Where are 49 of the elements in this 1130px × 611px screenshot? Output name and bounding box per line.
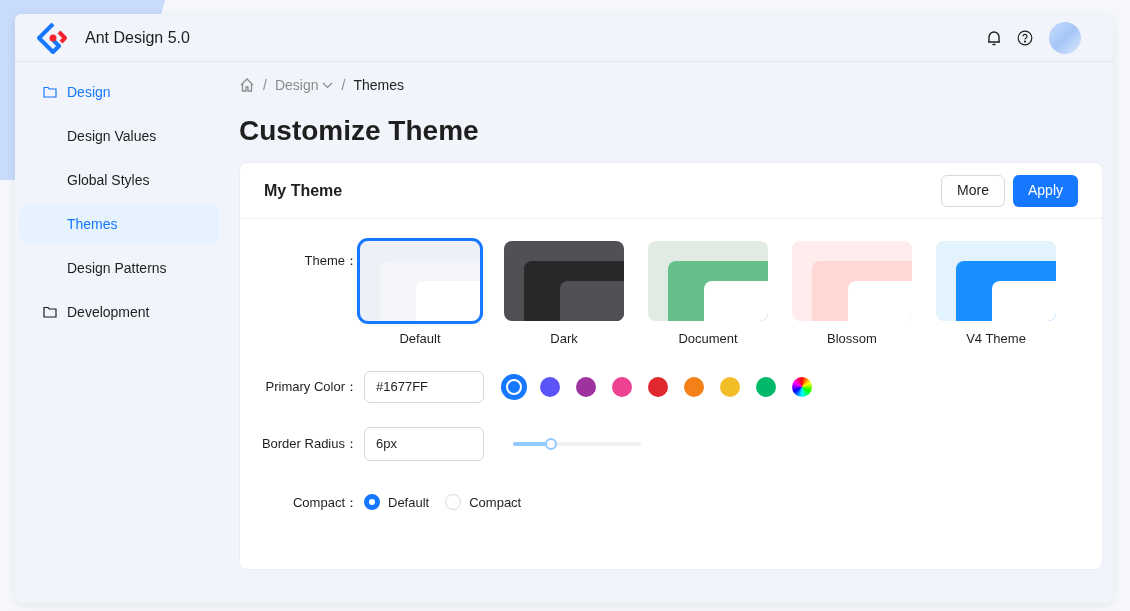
help-icon[interactable]: [1017, 29, 1033, 46]
color-swatch[interactable]: [720, 376, 740, 397]
field-label: Compact：: [291, 493, 359, 512]
color-swatch[interactable]: [540, 376, 560, 397]
color-swatch[interactable]: [576, 376, 596, 397]
breadcrumb-separator: /: [341, 75, 346, 95]
chevron-down-icon: [322, 81, 334, 89]
more-button[interactable]: More: [941, 174, 1005, 207]
field-label: Primary Color：: [264, 377, 359, 396]
sidebar-item[interactable]: Themes: [19, 204, 219, 244]
theme-name: Blossom: [827, 330, 877, 348]
color-swatch[interactable]: [612, 376, 632, 397]
apply-button[interactable]: Apply: [1012, 174, 1078, 207]
bell-icon[interactable]: [987, 29, 1001, 46]
slider-handle[interactable]: [545, 437, 558, 450]
radio-option[interactable]: Default: [364, 492, 430, 512]
theme-name: Dark: [550, 330, 578, 348]
sidebar-item[interactable]: Design Patterns: [19, 248, 219, 288]
sidebar-item[interactable]: Design: [19, 72, 219, 112]
breadcrumb-separator: /: [263, 75, 267, 95]
theme-name: Document: [678, 330, 738, 348]
color-swatch[interactable]: [684, 376, 704, 397]
theme-preview[interactable]: [504, 241, 624, 321]
theme-name: Default: [399, 330, 441, 348]
theme-preview[interactable]: [936, 241, 1056, 321]
color-swatch[interactable]: [648, 376, 668, 397]
radio-option[interactable]: Compact: [445, 492, 522, 512]
page-title: Customize Theme: [239, 114, 480, 148]
color-input[interactable]: #1677FF: [364, 370, 484, 403]
card-title: My Theme: [264, 180, 343, 201]
field-label: Theme：: [303, 252, 359, 270]
color-swatch[interactable]: [504, 376, 524, 397]
field-label: Border Radius：: [260, 434, 359, 453]
home-icon[interactable]: [239, 77, 255, 93]
radio-button[interactable]: [364, 494, 380, 511]
app-title: Ant Design 5.0: [85, 27, 190, 48]
radius-input[interactable]: 6px: [364, 426, 484, 461]
sidebar-item[interactable]: Global Styles: [19, 160, 219, 200]
folder-icon: [43, 306, 57, 318]
folder-icon: [43, 86, 57, 98]
logo-icon: [37, 21, 69, 54]
breadcrumb-current: Themes: [353, 75, 404, 95]
avatar[interactable]: [1049, 21, 1081, 54]
sidebar-item[interactable]: Development: [19, 292, 219, 332]
sidebar-item[interactable]: Design Values: [19, 116, 219, 156]
color-picker-swatch[interactable]: [792, 376, 812, 397]
theme-preview[interactable]: [648, 241, 768, 321]
color-swatch[interactable]: [756, 376, 776, 397]
theme-name: V4 Theme: [966, 330, 1026, 348]
